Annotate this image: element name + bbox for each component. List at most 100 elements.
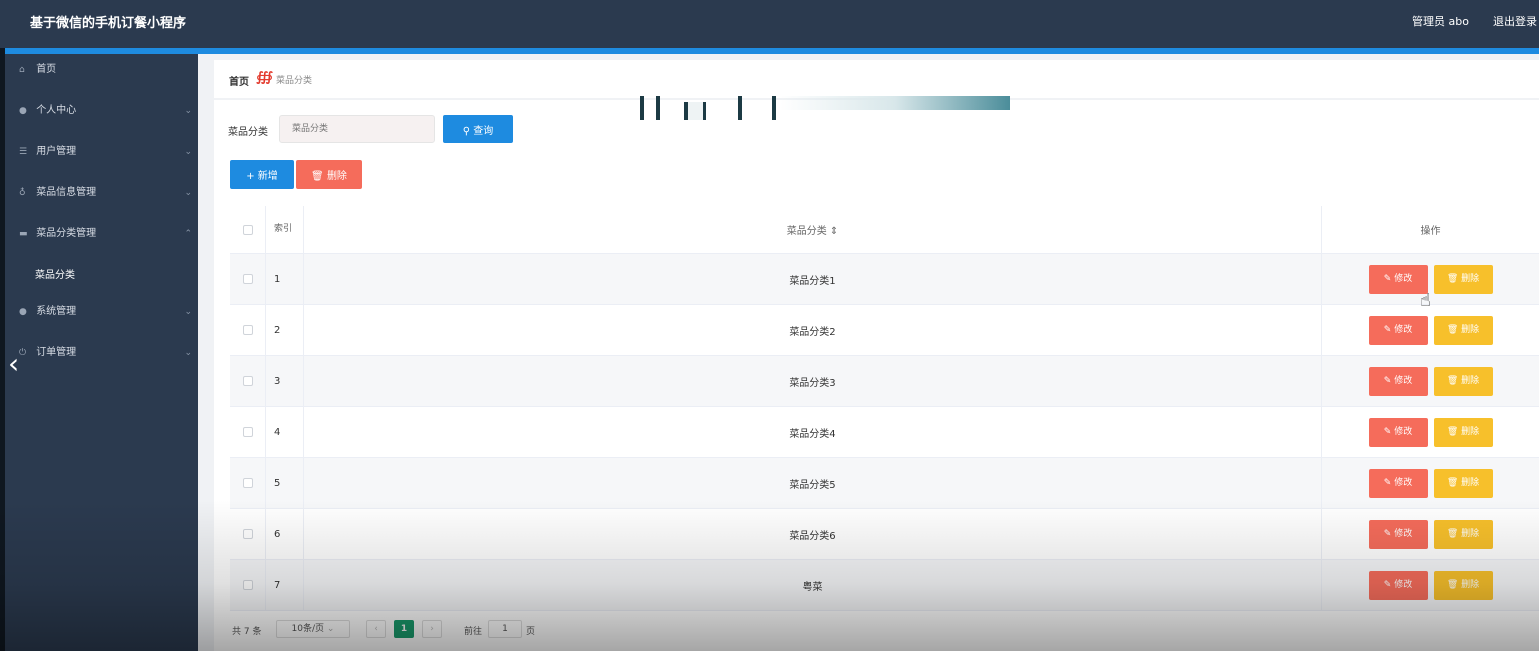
main-content: 首页 ∰ 菜品分类 菜品分类 ⚲ 查询 + 新增 🗑 删除 索引 菜品分类 ⇕ … <box>214 54 1539 651</box>
row-index: 3 <box>266 356 304 406</box>
query-button[interactable]: ⚲ 查询 <box>443 115 513 143</box>
page-number-button[interactable]: 1 <box>394 620 414 638</box>
pencil-icon: ✎ <box>1383 426 1392 437</box>
trash-icon: 🗑 <box>1446 324 1459 335</box>
delete-button[interactable]: 🗑 删除 <box>1433 570 1493 600</box>
filter-label: 菜品分类 <box>228 127 268 138</box>
sidebar-item-orders[interactable]: ⏻ 订单管理 ⌄ <box>5 337 198 378</box>
chevron-down-icon: ⌄ <box>184 106 192 116</box>
delete-button[interactable]: 🗑 删除 <box>1433 264 1493 294</box>
row-category-name: 菜品分类5 <box>304 458 1322 508</box>
bulk-delete-button[interactable]: 🗑 删除 <box>296 160 362 189</box>
card-icon: ▬ <box>19 229 28 239</box>
edit-label: 修改 <box>1394 375 1413 386</box>
edit-label: 修改 <box>1394 477 1413 488</box>
edit-button[interactable]: ✎ 修改 <box>1368 570 1428 600</box>
trash-icon: 🗑 <box>1446 375 1459 386</box>
trash-icon: 🗑 <box>1446 477 1459 488</box>
row-index: 7 <box>266 560 304 610</box>
sidebar-item-home[interactable]: ⌂ 首页 <box>5 54 198 95</box>
next-page-button[interactable]: › <box>422 620 442 638</box>
row-checkbox-cell <box>230 356 266 406</box>
sidebar-item-users[interactable]: ☰ 用户管理 ⌄ <box>5 136 198 177</box>
hand-cursor-icon: ☝ <box>1420 290 1431 311</box>
edit-label: 修改 <box>1394 324 1413 335</box>
goto-label: 前往 <box>464 627 483 637</box>
table-row: 4 菜品分类4 ✎ 修改 🗑 删除 <box>230 407 1539 458</box>
loading-overlay <box>640 90 1010 120</box>
trash-icon: 🗑 <box>1446 273 1459 284</box>
row-checkbox[interactable] <box>242 478 253 488</box>
trash-icon: 🗑 <box>311 171 324 182</box>
sidebar-item-dish-category[interactable]: ▬ 菜品分类管理 ⌃ <box>5 218 198 259</box>
sidebar-item-label: 首页 <box>36 64 57 75</box>
table-row: 3 菜品分类3 ✎ 修改 🗑 删除 <box>230 356 1539 407</box>
chevron-up-icon: ⌃ <box>184 229 192 239</box>
pencil-icon: ✎ <box>1383 579 1392 590</box>
row-checkbox[interactable] <box>242 427 253 437</box>
sidebar-item-label: 个人中心 <box>36 105 77 116</box>
sidebar-item-label: 用户管理 <box>36 146 77 157</box>
edit-label: 修改 <box>1394 426 1413 437</box>
pencil-icon: ✎ <box>1383 324 1392 335</box>
breadcrumb-current: 菜品分类 <box>276 76 313 86</box>
edit-button[interactable]: ✎ 修改 <box>1368 519 1428 549</box>
add-button[interactable]: + 新增 <box>230 160 294 189</box>
chevron-down-icon: ⌄ <box>326 624 335 634</box>
delete-label: 删除 <box>1461 477 1480 488</box>
delete-button[interactable]: 🗑 删除 <box>1433 468 1493 498</box>
page-unit-label: 页 <box>526 627 536 637</box>
select-all-checkbox[interactable] <box>242 224 253 235</box>
row-index: 4 <box>266 407 304 457</box>
pencil-icon: ✎ <box>1383 273 1392 284</box>
row-checkbox[interactable] <box>242 325 253 335</box>
delete-button[interactable]: 🗑 删除 <box>1433 315 1493 345</box>
row-checkbox-cell <box>230 254 266 304</box>
row-index: 2 <box>266 305 304 355</box>
edit-button[interactable]: ✎ 修改 <box>1368 417 1428 447</box>
pagination-total: 共 7 条 <box>232 627 262 637</box>
chevron-left-icon[interactable]: ‹ <box>8 350 19 378</box>
page-size-select[interactable]: 10条/页 ⌄ <box>276 620 350 638</box>
goto-page-input[interactable]: 1 <box>488 620 522 638</box>
row-checkbox[interactable] <box>242 274 253 284</box>
edit-button[interactable]: ✎ 修改 <box>1368 264 1428 294</box>
sidebar-item-profile[interactable]: ● 个人中心 ⌄ <box>5 95 198 136</box>
sidebar-item-dish-info[interactable]: ♁ 菜品信息管理 ⌄ <box>5 177 198 218</box>
sidebar-subitem-dish-category[interactable]: 菜品分类 <box>5 259 198 296</box>
row-actions: ✎ 修改 🗑 删除 <box>1322 560 1539 610</box>
row-checkbox-cell <box>230 305 266 355</box>
row-checkbox[interactable] <box>242 529 253 539</box>
delete-button[interactable]: 🗑 删除 <box>1433 519 1493 549</box>
row-checkbox[interactable] <box>242 376 253 386</box>
table-row: 6 菜品分类6 ✎ 修改 🗑 删除 <box>230 509 1539 560</box>
delete-button[interactable]: 🗑 删除 <box>1433 366 1493 396</box>
chevron-down-icon: ⌄ <box>184 188 192 198</box>
breadcrumb-separator-icon: ∰ <box>256 70 274 85</box>
category-search-input[interactable] <box>279 115 435 143</box>
row-category-name: 粤菜 <box>304 560 1322 610</box>
row-actions: ✎ 修改 🗑 删除 <box>1322 407 1539 457</box>
header-category[interactable]: 菜品分类 ⇕ <box>304 206 1322 253</box>
person-icon: ● <box>19 307 27 317</box>
bulk-delete-button-label: 删除 <box>326 171 347 182</box>
delete-label: 删除 <box>1461 426 1480 437</box>
delete-label: 删除 <box>1461 273 1480 284</box>
header-checkbox-cell <box>230 206 266 253</box>
row-checkbox[interactable] <box>242 580 253 590</box>
delete-label: 删除 <box>1461 375 1480 386</box>
sidebar-item-label: 订单管理 <box>36 347 77 358</box>
chevron-down-icon: ⌄ <box>184 147 192 157</box>
edit-button[interactable]: ✎ 修改 <box>1368 366 1428 396</box>
delete-label: 删除 <box>1461 324 1480 335</box>
row-category-name: 菜品分类6 <box>304 509 1322 559</box>
logout-link[interactable]: 退出登录 <box>1493 13 1539 29</box>
edit-label: 修改 <box>1394 528 1413 539</box>
edit-button[interactable]: ✎ 修改 <box>1368 315 1428 345</box>
sidebar-item-system[interactable]: ● 系统管理 ⌄ <box>5 296 198 337</box>
prev-page-button[interactable]: ‹ <box>366 620 386 638</box>
breadcrumb-home[interactable]: 首页 <box>229 73 249 88</box>
edit-button[interactable]: ✎ 修改 <box>1368 468 1428 498</box>
delete-button[interactable]: 🗑 删除 <box>1433 417 1493 447</box>
edit-label: 修改 <box>1394 579 1413 590</box>
